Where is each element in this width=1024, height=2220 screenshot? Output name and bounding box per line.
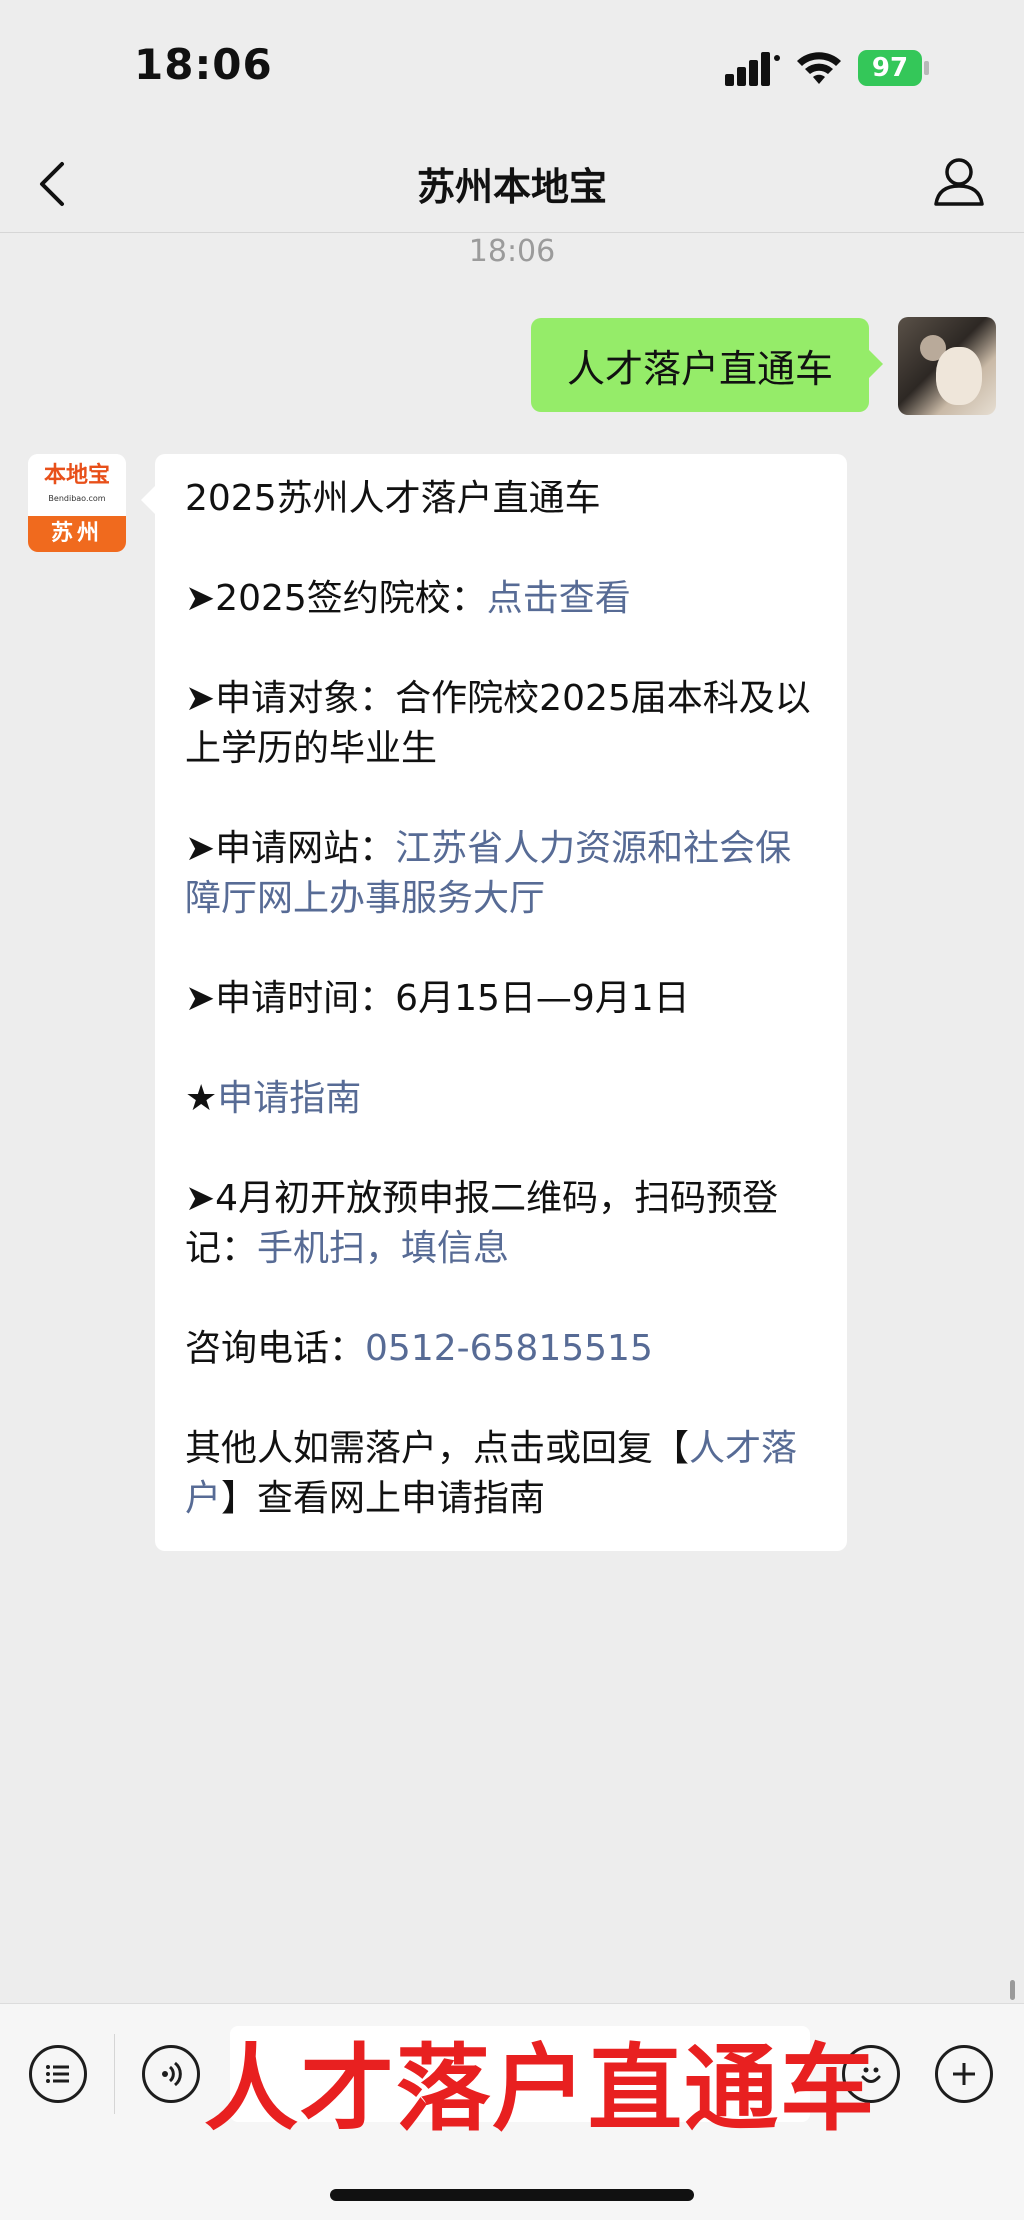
voice-icon	[162, 2061, 182, 2087]
other-label: 其他人如需落户，点击或回复【	[185, 1428, 690, 1469]
bot-avatar-city: 苏州	[28, 516, 126, 552]
menu-list-icon	[46, 2065, 69, 2083]
bot-avatar-url: Bendibao.com	[48, 494, 106, 503]
phone-link[interactable]: 0512-65815515	[365, 1328, 653, 1369]
schools-line: ➤2025签约院校：点击查看	[185, 574, 817, 624]
guide-line: ★申请指南	[185, 1074, 817, 1124]
voice-button[interactable]	[142, 2045, 200, 2103]
input-bar: 人才落户直通车	[0, 2003, 1024, 2220]
message-timestamp: 18:06	[468, 234, 556, 269]
message-title: 2025苏州人才落户直通车	[185, 478, 601, 519]
battery-icon: 97	[858, 50, 930, 86]
star-icon: ★	[185, 1078, 218, 1119]
wifi-icon	[797, 52, 841, 84]
target-line: ➤申请对象：合作院校2025届本科及以上学历的毕业生	[185, 678, 811, 769]
other-suffix: 】查看网上申请指南	[221, 1478, 546, 1519]
time-line: ➤申请时间：6月15日—9月1日	[185, 978, 690, 1019]
phone-line: 咨询电话：0512-65815515	[185, 1324, 817, 1374]
qr-link[interactable]: 手机扫，填信息	[257, 1228, 509, 1269]
guide-link[interactable]: 申请指南	[217, 1078, 361, 1119]
user-avatar[interactable]	[898, 317, 996, 415]
cellular-signal-icon	[725, 52, 780, 86]
user-message-bubble[interactable]: 人才落户直通车	[531, 318, 883, 412]
scrollbar[interactable]	[1010, 1980, 1015, 2000]
profile-icon[interactable]	[928, 150, 990, 212]
home-indicator[interactable]	[330, 2189, 694, 2201]
overlay-caption: 人才落户直通车	[203, 2035, 876, 2144]
nav-bar: 苏州本地宝	[0, 130, 1024, 233]
battery-level: 97	[858, 50, 922, 86]
page-title: 苏州本地宝	[416, 165, 607, 209]
bot-avatar-brand: 本地宝	[28, 454, 126, 516]
add-button[interactable]	[935, 2045, 993, 2103]
schools-label: ➤2025签约院校：	[185, 578, 487, 619]
website-line: ➤申请网站：江苏省人力资源和社会保障厅网上办事服务大厅	[185, 824, 817, 924]
other-line: 其他人如需落户，点击或回复【人才落户】查看网上申请指南	[185, 1424, 817, 1524]
bot-avatar[interactable]: 本地宝 Bendibao.com 苏州	[28, 454, 126, 552]
input-divider	[114, 2034, 115, 2114]
qr-line: ➤4月初开放预申报二维码，扫码预登记：手机扫，填信息	[185, 1174, 817, 1274]
plus-icon	[953, 2063, 975, 2085]
schools-link[interactable]: 点击查看	[487, 578, 631, 619]
status-bar: 18:06 97	[0, 0, 1024, 130]
website-label: ➤申请网站：	[185, 828, 396, 869]
menu-button[interactable]	[29, 2045, 87, 2103]
phone-label: 咨询电话：	[185, 1328, 366, 1369]
bot-message-bubble: 2025苏州人才落户直通车 ➤2025签约院校：点击查看 ➤申请对象：合作院校2…	[141, 454, 847, 1551]
status-time: 18:06	[134, 40, 273, 89]
